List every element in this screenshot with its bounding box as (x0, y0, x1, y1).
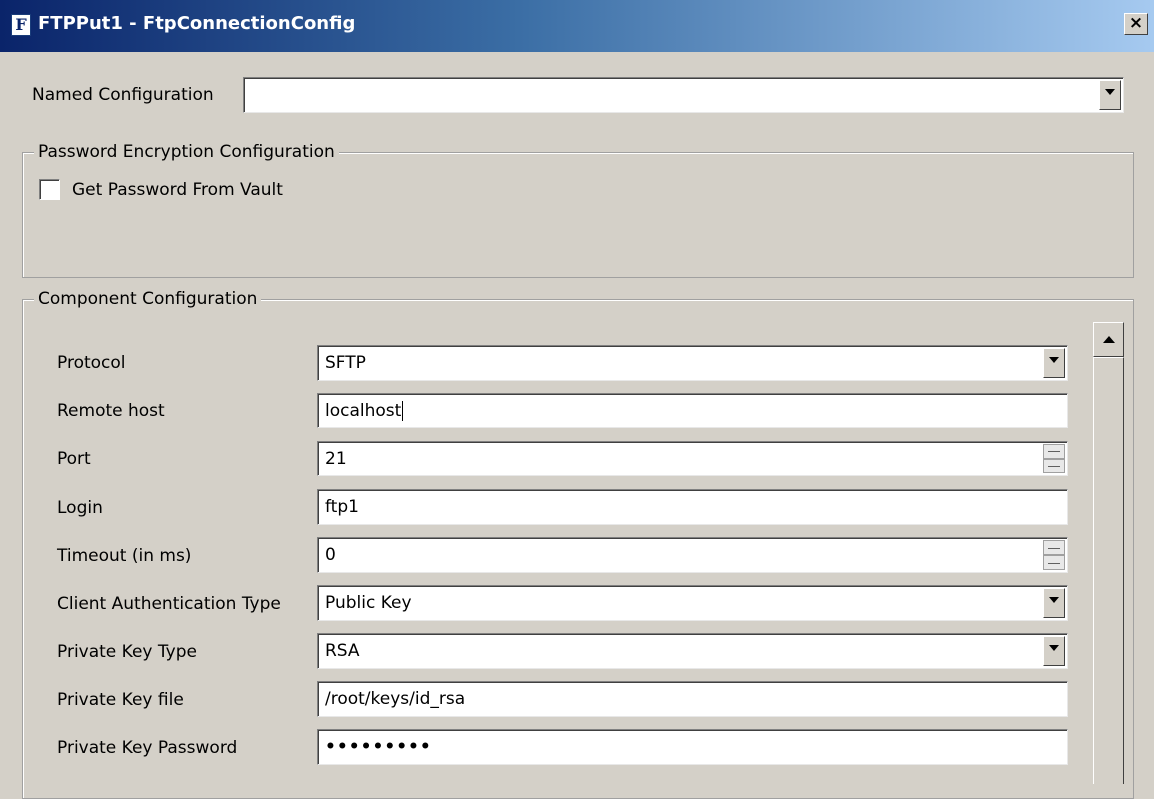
port-spinner-buttons[interactable] (1043, 444, 1065, 473)
protocol-select[interactable]: SFTP (317, 345, 1068, 381)
private-key-file-value: /root/keys/id_rsa (325, 689, 466, 709)
chevron-down-icon[interactable] (1043, 588, 1065, 618)
remote-host-label: Remote host (57, 401, 165, 421)
timeout-spinner-buttons[interactable] (1043, 540, 1065, 570)
password-encryption-group-title: Password Encryption Configuration (34, 141, 339, 163)
chevron-down-icon[interactable] (1043, 348, 1065, 378)
text-caret (402, 400, 404, 421)
component-configuration-group-title: Component Configuration (34, 288, 262, 310)
window-title: FTPPut1 - FtpConnectionConfig (38, 13, 356, 34)
title-bar: F FTPPut1 - FtpConnectionConfig × (0, 0, 1154, 52)
remote-host-value-wrap: localhost (325, 394, 404, 427)
app-icon: F (11, 14, 31, 36)
private-key-file-label: Private Key file (57, 690, 184, 710)
client-auth-type-value: Public Key (325, 593, 412, 613)
private-key-password-value: ••••••••• (325, 737, 432, 757)
login-value: ftp1 (325, 497, 359, 517)
port-spinner-input[interactable]: 21 (317, 441, 1068, 476)
chevron-down-icon[interactable] (1043, 636, 1065, 666)
scroll-up-icon[interactable] (1093, 322, 1124, 357)
chevron-down-icon[interactable] (1099, 80, 1121, 110)
password-encryption-group (22, 152, 1134, 278)
private-key-password-label: Private Key Password (57, 738, 238, 758)
protocol-label: Protocol (57, 353, 126, 373)
port-label: Port (57, 449, 91, 469)
get-password-from-vault-checkbox[interactable] (39, 179, 60, 200)
private-key-file-input[interactable]: /root/keys/id_rsa (317, 681, 1068, 717)
remote-host-input[interactable]: localhost (317, 393, 1068, 428)
named-configuration-label: Named Configuration (32, 85, 214, 105)
timeout-value: 0 (325, 545, 336, 565)
named-configuration-select[interactable] (243, 77, 1124, 113)
timeout-spinner-input[interactable]: 0 (317, 537, 1068, 573)
login-label: Login (57, 498, 103, 518)
close-button[interactable]: × (1124, 13, 1148, 35)
private-key-password-input[interactable]: ••••••••• (317, 729, 1068, 765)
timeout-label: Timeout (in ms) (57, 546, 192, 566)
vertical-scrollbar[interactable] (1093, 322, 1125, 784)
port-value: 21 (325, 448, 347, 469)
private-key-type-value: RSA (325, 641, 360, 661)
spinner-down-icon[interactable] (1043, 555, 1065, 570)
spinner-down-icon[interactable] (1043, 458, 1065, 473)
private-key-type-select[interactable]: RSA (317, 633, 1068, 669)
protocol-value: SFTP (325, 353, 366, 373)
login-input[interactable]: ftp1 (317, 489, 1068, 525)
client-auth-type-label: Client Authentication Type (57, 594, 281, 614)
remote-host-value: localhost (325, 400, 402, 421)
private-key-type-label: Private Key Type (57, 642, 197, 662)
get-password-from-vault-label: Get Password From Vault (72, 180, 283, 200)
spinner-up-icon[interactable] (1043, 444, 1065, 459)
client-auth-type-select[interactable]: Public Key (317, 585, 1068, 621)
spinner-up-icon[interactable] (1043, 540, 1065, 555)
scrollbar-thumb[interactable] (1093, 357, 1124, 784)
